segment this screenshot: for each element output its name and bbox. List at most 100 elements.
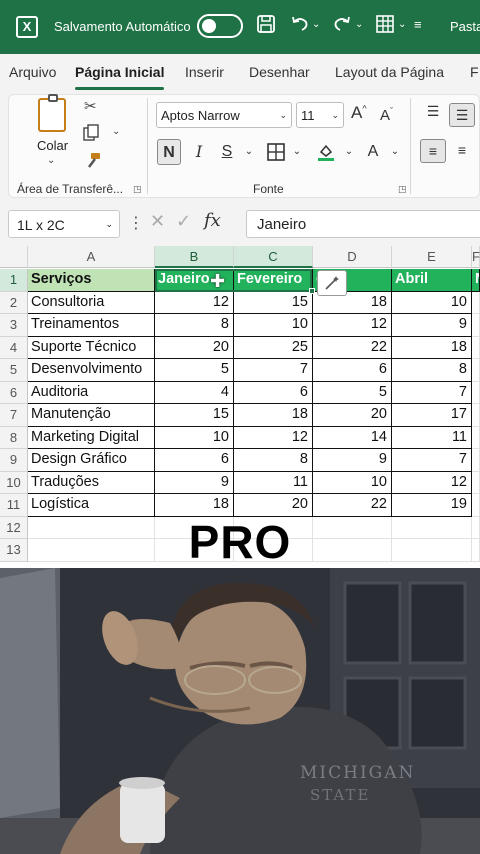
data-cell-e6[interactable]: 7: [392, 381, 472, 404]
underline-dropdown-icon[interactable]: ⌄: [237, 139, 261, 165]
font-name-select[interactable]: Aptos Narrow ⌄: [156, 102, 292, 128]
align-left-icon[interactable]: ≡: [420, 139, 446, 163]
data-cell-b6[interactable]: 4: [155, 381, 234, 404]
data-cell-b4[interactable]: 20: [155, 336, 234, 359]
paste-icon[interactable]: [38, 94, 66, 132]
row-header-3[interactable]: 3: [0, 314, 28, 337]
data-cell-e4[interactable]: 18: [392, 336, 472, 359]
undo-icon[interactable]: [290, 14, 310, 40]
row-header-6[interactable]: 6: [0, 381, 28, 404]
underline-button[interactable]: S: [215, 139, 239, 165]
name-box[interactable]: 1L x 2C ⌄: [8, 210, 120, 238]
data-cell-b9[interactable]: 6: [155, 449, 234, 472]
column-header-f[interactable]: F: [472, 246, 480, 268]
format-painter-icon[interactable]: [84, 152, 102, 174]
column-header-e[interactable]: E: [392, 246, 472, 268]
font-color-dropdown-icon[interactable]: ⌄: [383, 139, 407, 165]
column-header-c[interactable]: C: [234, 246, 313, 268]
save-icon[interactable]: [256, 14, 276, 40]
data-cell-c5[interactable]: 7: [234, 359, 313, 382]
data-cell-e9[interactable]: 7: [392, 449, 472, 472]
copy-icon[interactable]: [82, 124, 100, 146]
clipboard-launcher-icon[interactable]: ◳: [133, 184, 142, 195]
data-cell-d3[interactable]: 12: [313, 314, 392, 337]
row-header-11[interactable]: 11: [0, 494, 28, 517]
data-cell-c11[interactable]: 20: [234, 494, 313, 517]
row-header-5[interactable]: 5: [0, 359, 28, 382]
more-icon[interactable]: ⋮: [128, 213, 144, 233]
formula-input[interactable]: Janeiro: [246, 210, 480, 238]
data-cell-f4[interactable]: [472, 336, 480, 359]
paste-button[interactable]: Colar: [37, 138, 68, 153]
align-middle-icon[interactable]: ☰: [449, 103, 475, 127]
font-size-select[interactable]: 11 ⌄: [296, 102, 344, 128]
data-cell-a4[interactable]: Suporte Técnico: [28, 336, 155, 359]
data-cell-d7[interactable]: 20: [313, 404, 392, 427]
data-cell-f5[interactable]: [472, 359, 480, 382]
insert-function-icon[interactable]: fx: [204, 210, 221, 231]
data-cell-d9[interactable]: 9: [313, 449, 392, 472]
data-cell-d11[interactable]: 22: [313, 494, 392, 517]
row-header-9[interactable]: 9: [0, 449, 28, 472]
data-cell-d5[interactable]: 6: [313, 359, 392, 382]
row-header-4[interactable]: 4: [0, 336, 28, 359]
data-cell-b3[interactable]: 8: [155, 314, 234, 337]
increase-font-icon[interactable]: A^: [351, 103, 367, 123]
tab-pagina-inicial[interactable]: Página Inicial: [75, 64, 164, 80]
italic-button[interactable]: I: [187, 139, 211, 165]
data-cell-f9[interactable]: [472, 449, 480, 472]
data-cell-f10[interactable]: [472, 471, 480, 494]
cancel-icon[interactable]: ✕: [150, 211, 165, 232]
redo-dropdown-icon[interactable]: ⌄: [355, 14, 363, 36]
header-cell-c[interactable]: Fevereiro: [234, 269, 313, 292]
data-cell-a11[interactable]: Logística: [28, 494, 155, 517]
column-header-a[interactable]: A: [28, 246, 155, 268]
redo-icon[interactable]: [332, 14, 352, 40]
data-cell-d6[interactable]: 5: [313, 381, 392, 404]
data-cell-d8[interactable]: 14: [313, 426, 392, 449]
data-cell-a7[interactable]: Manutenção: [28, 404, 155, 427]
data-cell-e11[interactable]: 19: [392, 494, 472, 517]
data-cell-f2[interactable]: [472, 291, 480, 314]
data-cell-a3[interactable]: Treinamentos: [28, 314, 155, 337]
data-cell-a2[interactable]: Consultoria: [28, 291, 155, 314]
tab-formulas[interactable]: F: [470, 64, 479, 80]
data-cell-d10[interactable]: 10: [313, 471, 392, 494]
data-cell-e5[interactable]: 8: [392, 359, 472, 382]
tab-arquivo[interactable]: Arquivo: [9, 64, 56, 80]
column-header-b[interactable]: B: [155, 246, 234, 268]
data-cell-c3[interactable]: 10: [234, 314, 313, 337]
data-cell-e2[interactable]: 10: [392, 291, 472, 314]
data-cell-a6[interactable]: Auditoria: [28, 381, 155, 404]
copy-dropdown-icon[interactable]: ⌄: [112, 126, 120, 137]
font-launcher-icon[interactable]: ◳: [398, 184, 407, 195]
undo-dropdown-icon[interactable]: ⌄: [312, 14, 320, 36]
row-header-7[interactable]: 7: [0, 404, 28, 427]
data-cell-c6[interactable]: 6: [234, 381, 313, 404]
data-cell-e8[interactable]: 11: [392, 426, 472, 449]
data-cell-e3[interactable]: 9: [392, 314, 472, 337]
grid-dropdown-icon[interactable]: ⌄: [398, 14, 406, 36]
fill-color-icon[interactable]: [314, 139, 338, 165]
data-cell-c8[interactable]: 12: [234, 426, 313, 449]
data-cell-e10[interactable]: 12: [392, 471, 472, 494]
autosave-toggle[interactable]: [197, 14, 243, 38]
data-cell-c9[interactable]: 8: [234, 449, 313, 472]
data-cell-a5[interactable]: Desenvolvimento: [28, 359, 155, 382]
fill-handle[interactable]: [309, 288, 315, 294]
row-header-10[interactable]: 10: [0, 471, 28, 494]
row-header-1[interactable]: 1: [0, 269, 28, 292]
font-color-icon[interactable]: A: [361, 139, 385, 165]
select-all-corner[interactable]: [0, 246, 28, 268]
header-cell-e[interactable]: Abril: [392, 269, 472, 292]
table-grid-icon[interactable]: [375, 14, 395, 40]
header-cell-f[interactable]: M: [472, 269, 480, 292]
data-cell-f7[interactable]: [472, 404, 480, 427]
data-cell-c7[interactable]: 18: [234, 404, 313, 427]
data-cell-e7[interactable]: 17: [392, 404, 472, 427]
decrease-font-icon[interactable]: Aˇ: [380, 106, 393, 124]
data-cell-c10[interactable]: 11: [234, 471, 313, 494]
quick-analysis-icon[interactable]: [317, 270, 347, 296]
borders-dropdown-icon[interactable]: ⌄: [285, 139, 309, 165]
column-header-d[interactable]: D: [313, 246, 392, 268]
